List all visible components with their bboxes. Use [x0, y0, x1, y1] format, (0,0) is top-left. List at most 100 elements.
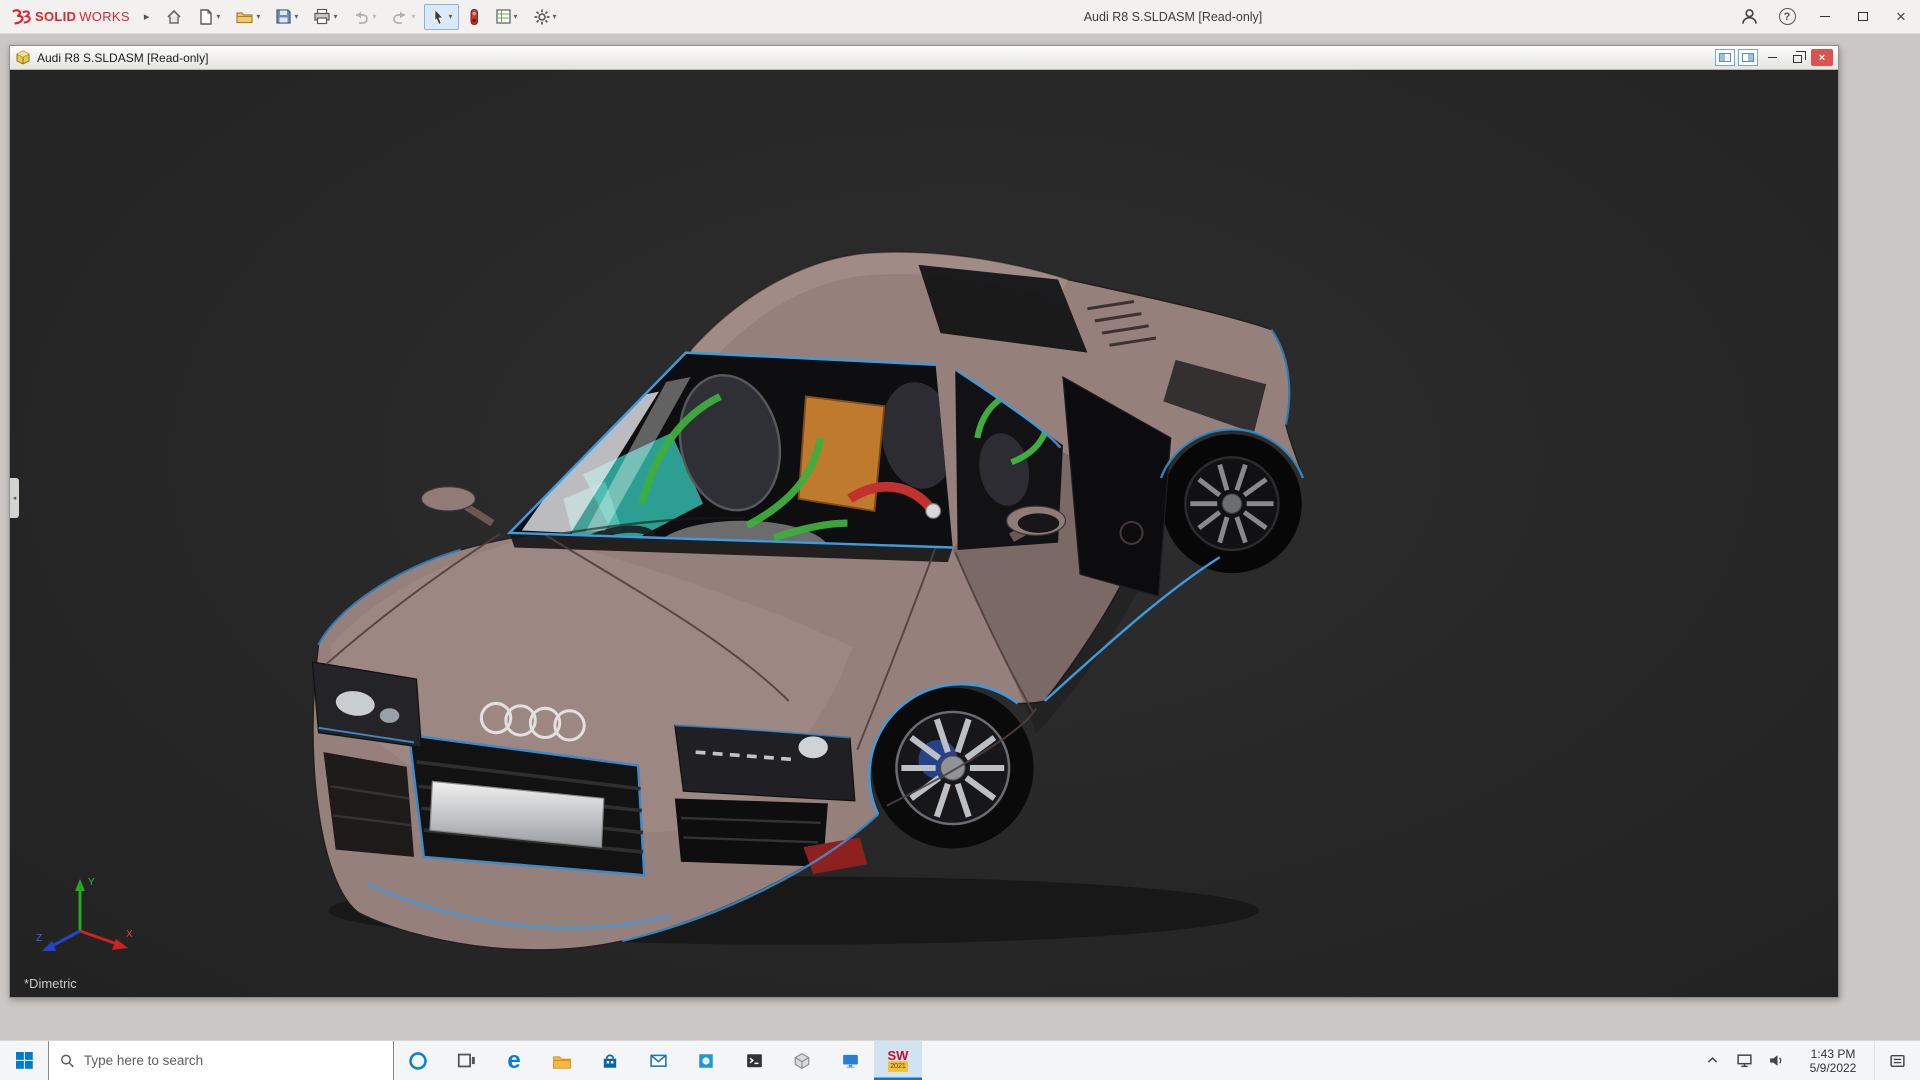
taskbar-app-file-explorer[interactable] [538, 1041, 586, 1080]
viewport-3d[interactable]: Y X Z *Dimetric ◂ [10, 70, 1838, 997]
assembly-document-icon [15, 50, 31, 65]
document-window-controls: × [1715, 49, 1833, 66]
select-arrow-icon [430, 8, 446, 26]
maximize-icon [1858, 12, 1868, 21]
taskbar-app-edge[interactable]: e [490, 1041, 538, 1080]
undo-icon [352, 8, 370, 25]
taskbar-search[interactable] [48, 1041, 394, 1080]
options-gear-icon [533, 8, 551, 26]
app-titlebar: SOLIDWORKS ▸ ▾ [0, 0, 1920, 34]
select-button[interactable]: ▾ [424, 4, 458, 30]
home-icon [165, 8, 183, 26]
taskbar-app-remote-desktop[interactable] [826, 1041, 874, 1080]
orientation-triad[interactable]: Y X Z [34, 869, 138, 973]
open-button[interactable]: ▾ [229, 4, 266, 30]
pane-right-icon [1742, 53, 1754, 62]
taskbar-app-photos[interactable] [682, 1041, 730, 1080]
volume-button[interactable] [1760, 1041, 1792, 1080]
redo-icon [391, 8, 409, 25]
taskbar-app-mail[interactable] [634, 1041, 682, 1080]
search-input[interactable] [84, 1053, 382, 1068]
dropdown-caret-icon: ▾ [333, 12, 337, 21]
doc-minimize-button[interactable] [1761, 49, 1783, 66]
solidworks-monogram-icon [10, 7, 32, 27]
headlight-right [675, 725, 855, 801]
featuremanager-collapsed-tab[interactable]: ◂ [10, 478, 19, 518]
taskbar-app-solidworks[interactable]: SW 2021 [874, 1041, 922, 1080]
pane-right-button[interactable] [1738, 49, 1758, 66]
doc-minimize-icon [1768, 57, 1777, 58]
car-model-render[interactable] [10, 70, 1838, 997]
network-button[interactable] [1728, 1041, 1760, 1080]
file-explorer-icon [552, 1052, 572, 1070]
solidworks-taskbar-icon: SW 2021 [888, 1050, 909, 1072]
task-view-icon [457, 1051, 476, 1070]
taskbar-app-3d-viewer[interactable] [778, 1041, 826, 1080]
account-button[interactable] [1730, 0, 1768, 34]
network-icon [1736, 1053, 1753, 1068]
hidden-icons-chevron-icon [1706, 1054, 1719, 1067]
toolbar-expand-icon[interactable]: ▸ [144, 10, 150, 23]
maximize-button[interactable] [1844, 0, 1882, 34]
clock-date: 5/9/2022 [1792, 1061, 1874, 1075]
microsoft-store-icon [601, 1052, 619, 1070]
system-tray: 1:43 PM 5/9/2022 [1696, 1041, 1920, 1080]
help-button[interactable]: ? [1768, 0, 1806, 34]
solidworks-logo: SOLIDWORKS [10, 7, 130, 27]
dropdown-caret-icon: ▾ [216, 12, 220, 21]
doc-restore-button[interactable] [1786, 49, 1808, 66]
document-title: Audi R8 S.SLDASM [Read-only] [37, 51, 208, 65]
close-button[interactable]: × [1882, 0, 1920, 34]
dropdown-caret-icon: ▾ [514, 12, 518, 21]
save-icon [275, 8, 292, 25]
minimize-icon [1820, 16, 1830, 17]
brand-name-light: WORKS [79, 9, 130, 24]
doc-close-button[interactable]: × [1811, 49, 1833, 66]
cortana-icon [408, 1051, 428, 1071]
dropdown-caret-icon: ▾ [294, 12, 298, 21]
account-icon [1740, 7, 1759, 26]
options-button[interactable]: ▾ [527, 4, 563, 30]
dropdown-caret-icon: ▾ [553, 12, 557, 21]
taskbar-app-task-view[interactable] [442, 1041, 490, 1080]
windows-start-icon [16, 1052, 33, 1069]
taskbar-app-microsoft-store[interactable] [586, 1041, 634, 1080]
file-properties-button[interactable]: ▾ [489, 4, 524, 30]
undo-button[interactable]: ▾ [346, 4, 382, 30]
taskbar-app-cortana[interactable] [394, 1041, 442, 1080]
doc-restore-icon [1793, 55, 1802, 63]
dropdown-caret-icon: ▾ [448, 12, 452, 21]
redo-button[interactable]: ▾ [385, 4, 421, 30]
rear-wheel [1162, 434, 1302, 573]
rebuild-button[interactable] [462, 4, 486, 30]
file-properties-sheet-icon [495, 8, 512, 25]
3d-viewer-icon [793, 1052, 811, 1070]
hidden-icons-button[interactable] [1696, 1041, 1728, 1080]
pane-left-icon [1719, 53, 1731, 62]
triad-y-label: Y [88, 877, 95, 888]
brand-name-bold: SOLID [35, 9, 76, 24]
start-button[interactable] [0, 1041, 48, 1080]
taskbar: e [0, 1040, 1920, 1080]
clock-time: 1:43 PM [1792, 1047, 1874, 1061]
taskbar-clock[interactable]: 1:43 PM 5/9/2022 [1792, 1046, 1874, 1075]
triad-x-label: X [126, 929, 133, 940]
view-orientation-label: *Dimetric [24, 976, 77, 991]
print-button[interactable]: ▾ [307, 4, 343, 30]
document-titlebar[interactable]: Audi R8 S.SLDASM [Read-only] × [10, 46, 1838, 70]
mail-icon [649, 1052, 668, 1069]
taskbar-app-command-prompt[interactable] [730, 1041, 778, 1080]
open-folder-icon [235, 8, 254, 26]
save-button[interactable]: ▾ [269, 4, 304, 30]
minimize-button[interactable] [1806, 0, 1844, 34]
quick-access-toolbar: ▾ ▾ ▾ [159, 4, 562, 30]
triad-z-label: Z [36, 933, 42, 944]
dropdown-caret-icon: ▾ [372, 12, 376, 21]
rebuild-stoplight-icon [468, 8, 480, 26]
help-icon: ? [1779, 8, 1796, 25]
home-button[interactable] [159, 4, 189, 30]
volume-icon [1768, 1053, 1785, 1068]
new-document-button[interactable]: ▾ [192, 4, 226, 30]
action-center-button[interactable] [1874, 1041, 1920, 1080]
pane-left-button[interactable] [1715, 49, 1735, 66]
